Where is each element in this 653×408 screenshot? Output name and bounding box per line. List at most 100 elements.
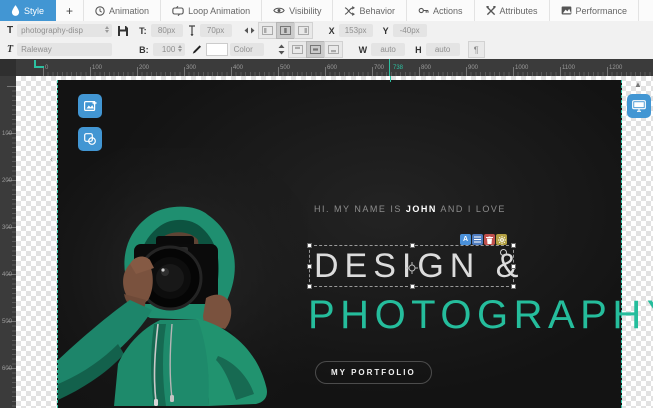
color-swatch[interactable] (206, 43, 228, 56)
ruler-tick-label: 300 (186, 65, 196, 71)
save-style-button[interactable] (117, 25, 129, 37)
resize-handle[interactable] (410, 243, 415, 248)
tagline-post: AND I LOVE (437, 204, 506, 214)
vertical-ruler[interactable]: 100200300400500600 (0, 76, 16, 408)
tab-loop-animation[interactable]: Loop Animation (161, 0, 262, 21)
tab-behavior[interactable]: Behavior (333, 0, 407, 21)
tab-label: Performance (576, 6, 628, 16)
delete-action-button[interactable] (484, 234, 495, 245)
tagline-text[interactable]: HI. MY NAME IS JOHN AND I LOVE (314, 204, 506, 214)
tab-label: Actions (433, 6, 463, 16)
settings-action-button[interactable] (496, 234, 507, 245)
x-position-label: X (329, 26, 335, 36)
line-height-icon (188, 25, 196, 37)
font-family-value: Raleway (21, 45, 52, 54)
collapse-left-icon[interactable]: ‹ (50, 154, 53, 164)
shapes-icon (84, 133, 96, 145)
photographer-photo[interactable] (58, 148, 308, 408)
plus-icon: + (66, 4, 73, 18)
horizontal-resize-icon (244, 27, 255, 34)
horizontal-ruler[interactable]: 0100200300400500600700800900100011001200… (16, 59, 653, 76)
ruler-corner (0, 59, 16, 76)
tab-label: Loop Animation (188, 6, 250, 16)
align-center-button[interactable] (276, 22, 295, 39)
resize-handle[interactable] (307, 264, 312, 269)
my-portfolio-button[interactable]: MY PORTFOLIO (315, 361, 432, 384)
color-placeholder: Color (234, 45, 253, 54)
vertical-resize-icon (278, 44, 285, 55)
tab-attributes[interactable]: Attributes (475, 0, 550, 21)
ruler-tick-label: 500 (2, 319, 12, 325)
headline-design[interactable]: DESIGN & (314, 247, 524, 286)
width-input[interactable]: auto (371, 43, 405, 56)
collapse-up-icon[interactable]: ▲ (634, 80, 642, 89)
tab-actions[interactable]: Actions (407, 0, 475, 21)
paragraph-button[interactable]: ¶ (468, 41, 485, 58)
ruler-tick-label: 600 (327, 65, 337, 71)
resize-handle[interactable] (307, 243, 312, 248)
slides-editor-window: Style + Animation Loop Animation Visibil… (0, 0, 653, 408)
color-input[interactable]: Color (230, 43, 264, 56)
tab-animation[interactable]: Animation (84, 0, 161, 21)
x-position-input[interactable]: 153px (339, 24, 373, 37)
selected-text-element[interactable]: DESIGN & (309, 245, 514, 287)
add-shape-button[interactable] (78, 127, 102, 151)
ruler-tick-label: 500 (280, 65, 290, 71)
height-value: auto (435, 45, 451, 54)
ruler-tick-label: 900 (468, 65, 478, 71)
ruler-tick-label: 200 (2, 178, 12, 184)
droplet-icon (11, 5, 20, 16)
valign-middle-button[interactable] (306, 41, 325, 58)
resize-handle[interactable] (511, 264, 516, 269)
resize-handle[interactable] (410, 284, 415, 289)
height-input[interactable]: auto (426, 43, 460, 56)
headline-photography[interactable]: PHOTOGRAPHY (308, 293, 653, 338)
ruler-tick-label: 100 (92, 65, 102, 71)
font-weight-label: B: (139, 45, 149, 55)
eye-icon (273, 6, 285, 15)
line-height-input[interactable]: 70px (200, 24, 232, 37)
add-media-button[interactable] (78, 94, 102, 118)
align-right-button[interactable] (294, 22, 313, 39)
preview-desktop-button[interactable] (627, 94, 651, 118)
y-position-input[interactable]: -40px (393, 24, 427, 37)
align-left-button[interactable] (258, 22, 277, 39)
tab-label: Behavior (359, 6, 395, 16)
font-style-select[interactable]: photography-disp (17, 24, 112, 37)
edit-action-button[interactable] (472, 234, 483, 245)
stepper-arrows-icon[interactable] (178, 45, 182, 52)
eyedropper-icon[interactable] (190, 44, 201, 55)
resize-handle[interactable] (511, 243, 516, 248)
tab-visibility[interactable]: Visibility (262, 0, 333, 21)
design-canvas[interactable]: HI. MY NAME IS JOHN AND I LOVE A DESIGN … (16, 76, 653, 408)
y-position-label: Y (383, 26, 389, 36)
valign-bottom-button[interactable] (324, 41, 343, 58)
add-tab-button[interactable]: + (56, 0, 84, 21)
tab-label: Attributes (500, 6, 538, 16)
font-family-input[interactable]: Raleway (17, 43, 112, 56)
font-size-label: T: (139, 26, 147, 36)
text-action-button[interactable]: A (460, 234, 471, 245)
font-size-input[interactable]: 80px (151, 24, 183, 37)
rotate-handle[interactable] (500, 249, 507, 256)
font-weight-input[interactable]: 100 (153, 43, 185, 56)
tab-label: Style (24, 6, 44, 16)
valign-top-button[interactable] (288, 41, 307, 58)
ruler-tick-label: 100 (2, 131, 12, 137)
tagline-name: JOHN (406, 204, 437, 214)
quick-actions-bar: A (460, 234, 507, 245)
stepper-arrows-icon[interactable] (105, 26, 109, 33)
monitor-icon (632, 100, 646, 112)
font-style-label: T (7, 25, 13, 36)
key-icon (418, 6, 429, 15)
clock-icon (95, 6, 105, 16)
resize-handle[interactable] (307, 284, 312, 289)
tab-performance[interactable]: Performance (550, 0, 640, 21)
artboard-slide[interactable]: HI. MY NAME IS JOHN AND I LOVE A DESIGN … (57, 80, 622, 408)
tab-style[interactable]: Style (0, 0, 56, 21)
ruler-tick-label: 400 (233, 65, 243, 71)
horizontal-align-group (259, 22, 313, 39)
resize-handle[interactable] (511, 284, 516, 289)
inspector-row-typography: T photography-disp T: 80px 70px X 153px … (0, 21, 653, 41)
ruler-cursor-value: 738 (393, 65, 403, 71)
